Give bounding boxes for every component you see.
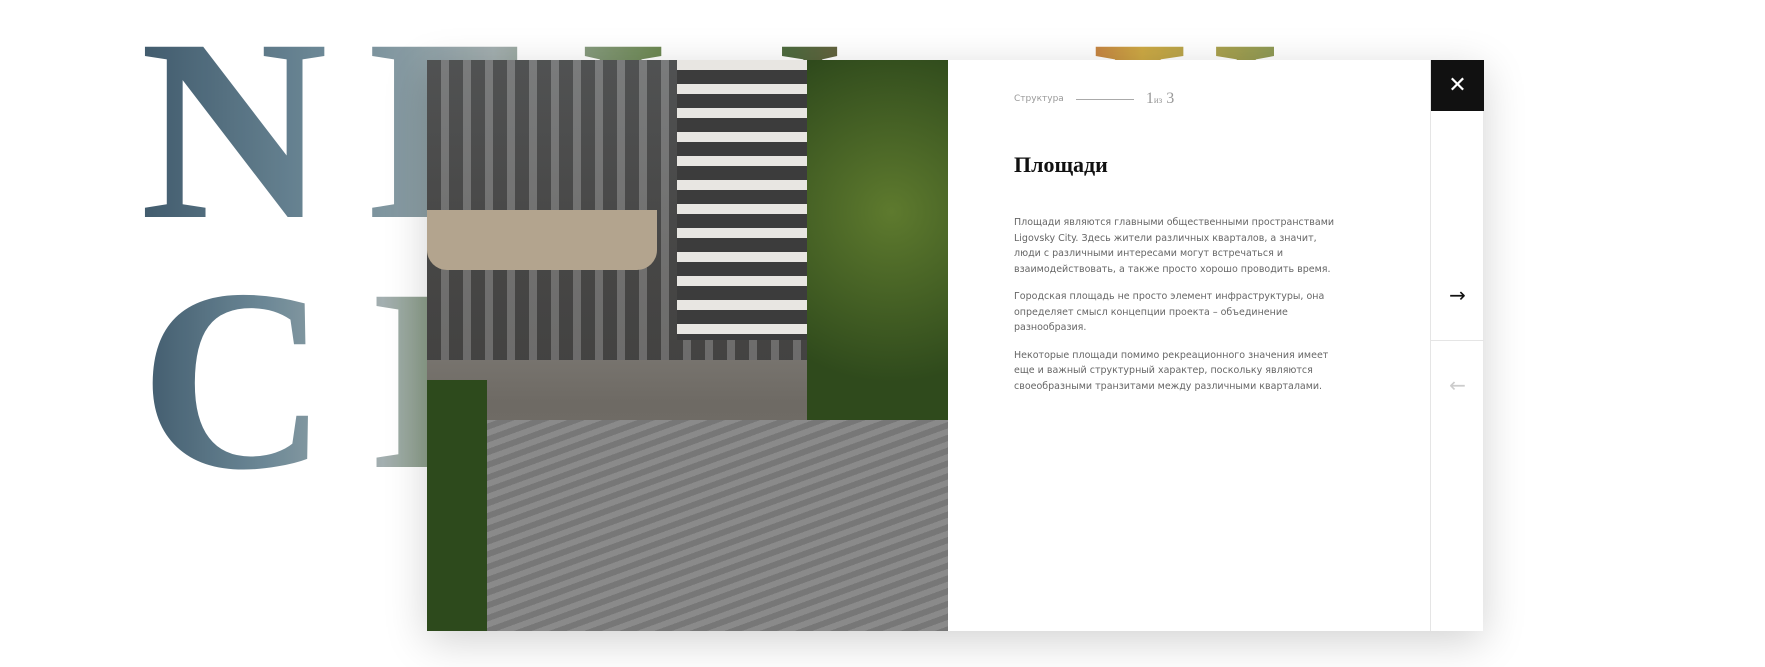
close-button[interactable]: ✕ <box>1431 60 1484 111</box>
counter-current: 1 <box>1145 90 1154 107</box>
photo-building-tower <box>677 60 817 340</box>
arrow-left-icon: ← <box>1449 373 1466 397</box>
page-counter: 1из 3 <box>1146 90 1174 108</box>
breadcrumb-label: Структура <box>1014 94 1064 104</box>
arrow-right-icon: → <box>1449 283 1466 307</box>
modal-content: Структура 1из 3 Площади Площади являются… <box>948 60 1430 631</box>
close-icon: ✕ <box>1448 73 1467 98</box>
paragraph: Площади являются главными общественными … <box>1014 217 1335 275</box>
breadcrumb-divider <box>1075 98 1134 100</box>
photo-plants <box>427 380 487 631</box>
modal-side-controls: ✕ → ← <box>1430 60 1484 631</box>
street-cafe-photo <box>427 60 948 631</box>
counter-sep: из <box>1153 95 1163 105</box>
counter-total: 3 <box>1166 90 1175 107</box>
photo-umbrella <box>427 210 657 270</box>
photo-trees <box>807 60 948 440</box>
description: Площади являются главными общественными … <box>1014 215 1344 406</box>
page-title: Площади <box>1014 152 1108 177</box>
photo-pavement <box>427 420 948 631</box>
breadcrumb: Структура 1из 3 <box>1014 90 1174 108</box>
paragraph: Городская площадь не просто элемент инфр… <box>1014 291 1325 333</box>
prev-button[interactable]: ← <box>1431 340 1484 430</box>
info-modal: Структура 1из 3 Площади Площади являются… <box>427 60 1484 631</box>
paragraph: Некоторые площади помимо рекреационного … <box>1014 349 1329 392</box>
next-button[interactable]: → <box>1431 250 1484 341</box>
